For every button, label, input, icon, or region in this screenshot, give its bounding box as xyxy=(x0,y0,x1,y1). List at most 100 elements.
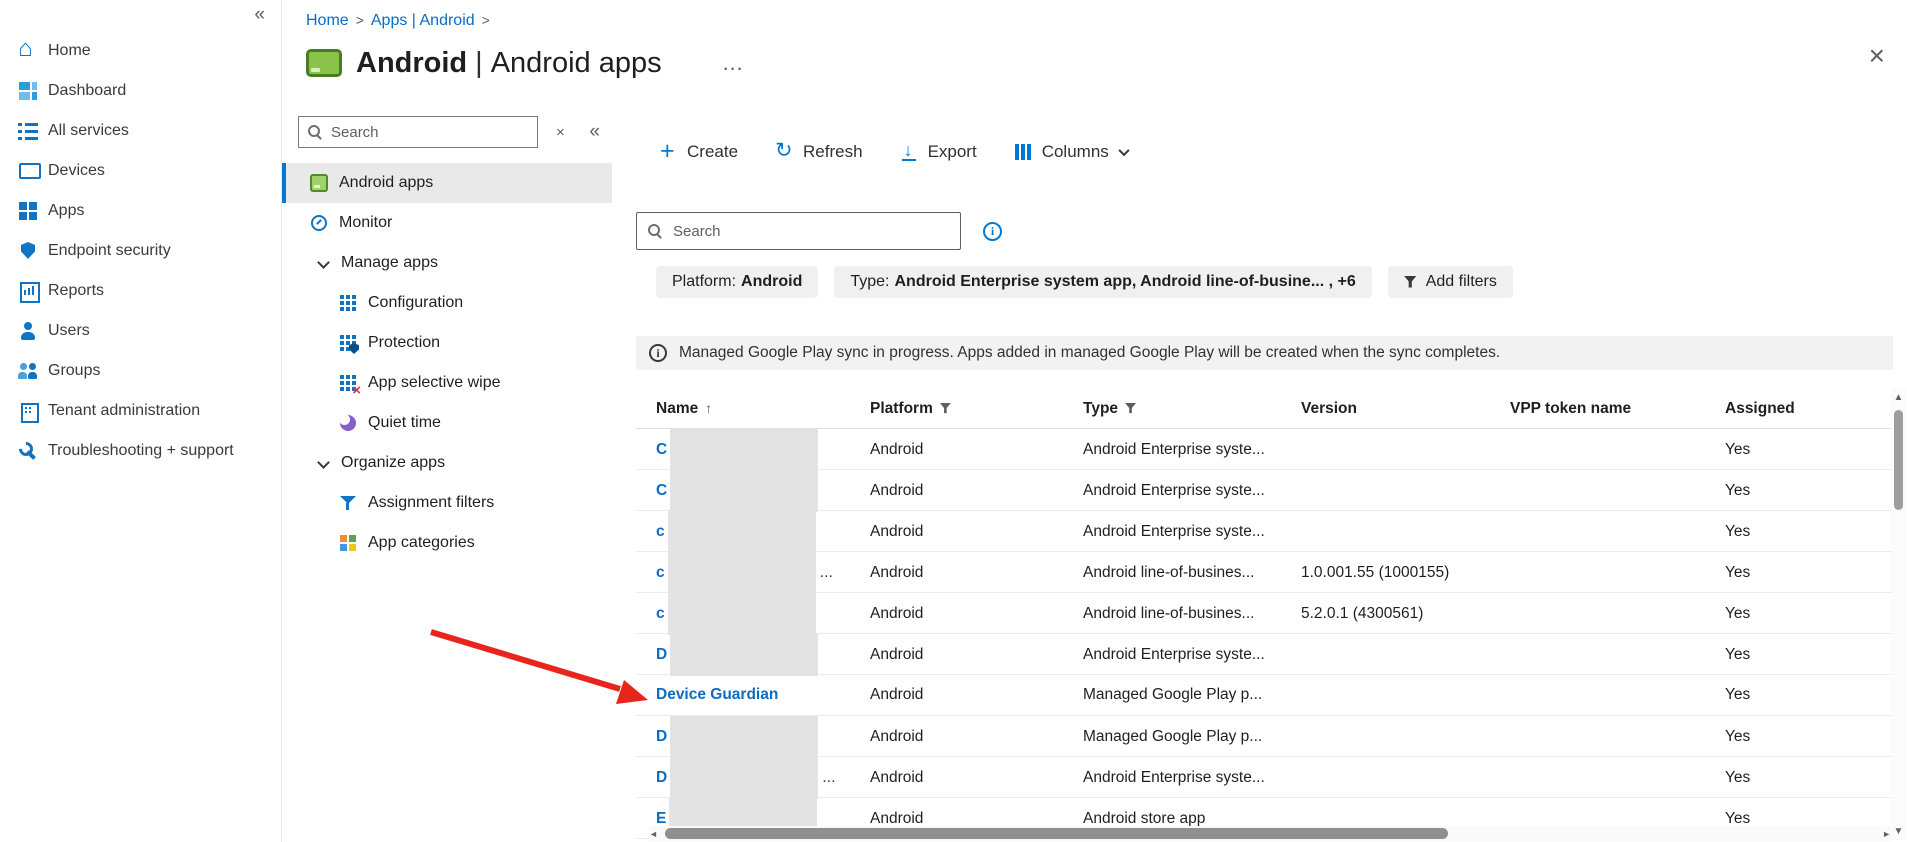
app-name-link[interactable]: Device Guardian xyxy=(656,686,778,704)
blade-nav-item[interactable]: Quiet time xyxy=(282,403,612,443)
app-name-cell: Device Guardian xyxy=(636,675,870,715)
sidebar-item[interactable]: Tenant administration xyxy=(0,391,281,431)
redaction-block xyxy=(670,716,818,758)
column-header[interactable]: Assigned xyxy=(1725,400,1893,418)
horizontal-scrollbar-thumb[interactable] xyxy=(665,828,1448,839)
scroll-right-icon[interactable] xyxy=(1882,825,1891,842)
content-area: Home>Apps | Android> Android|Android app… xyxy=(282,0,1907,842)
sidebar-item[interactable]: Endpoint security xyxy=(0,231,281,271)
app-search-box[interactable] xyxy=(636,212,961,250)
app-name-suffix: ... xyxy=(820,564,833,582)
clear-search-icon[interactable]: × xyxy=(556,124,565,141)
breadcrumb-link-home[interactable]: Home xyxy=(306,12,349,29)
app-name-link[interactable]: D xyxy=(656,728,667,746)
blade-nav-item[interactable]: Monitor xyxy=(282,203,612,243)
columns-icon xyxy=(1013,142,1033,162)
blade-nav-item-label: Organize apps xyxy=(341,454,445,472)
blade-search-row: × « xyxy=(282,116,612,148)
search-row xyxy=(636,212,1893,250)
type-cell: Android Enterprise syste... xyxy=(1083,441,1301,459)
sidebar-item[interactable]: All services xyxy=(0,111,281,151)
column-header-label: VPP token name xyxy=(1510,400,1631,418)
close-icon[interactable]: × xyxy=(1869,42,1885,70)
breadcrumb-link-apps-android[interactable]: Apps | Android xyxy=(371,12,475,29)
column-header[interactable]: VPP token name xyxy=(1510,400,1725,418)
redaction-block xyxy=(668,552,816,594)
app-name-link[interactable]: C xyxy=(656,482,667,500)
info-icon xyxy=(649,344,667,362)
apps-icon xyxy=(18,201,38,221)
filter-funnel-icon xyxy=(1125,403,1136,414)
redaction-block xyxy=(670,470,818,512)
blade-search-box[interactable] xyxy=(298,116,538,148)
toolbar-button[interactable]: Columns xyxy=(1013,142,1128,162)
filter-pill[interactable]: Type: Android Enterprise system app, And… xyxy=(834,266,1371,298)
assigned-cell: Yes xyxy=(1725,441,1893,459)
filter-pill-prefix: Type: xyxy=(850,273,889,291)
blade-nav-item[interactable]: Configuration xyxy=(282,283,612,323)
home-icon xyxy=(18,41,38,61)
blade-collapse-icon[interactable]: « xyxy=(589,121,600,143)
blade-nav-item[interactable]: Manage apps xyxy=(282,243,612,283)
sidebar-item[interactable]: Troubleshooting + support xyxy=(0,431,281,471)
main-panel: Create Refresh Export xyxy=(612,116,1893,839)
app-name-link[interactable]: D xyxy=(656,769,667,787)
sidebar-item-label: Endpoint security xyxy=(48,242,171,260)
app-name-link[interactable]: C xyxy=(656,441,667,459)
toolbar-button[interactable]: Export xyxy=(899,142,977,162)
scroll-up-icon[interactable] xyxy=(1894,390,1904,404)
toolbar-button-label: Export xyxy=(928,142,977,162)
app-name-link[interactable]: c xyxy=(656,605,665,623)
blade-nav-item[interactable]: Assignment filters xyxy=(282,483,612,523)
android-apps-icon xyxy=(310,174,328,192)
table-row: D Android Managed Google Play p... Yes xyxy=(636,716,1893,757)
app-name-link[interactable]: c xyxy=(656,523,665,541)
column-header[interactable]: Type xyxy=(1083,400,1301,418)
all-services-icon xyxy=(18,121,38,141)
search-icon xyxy=(307,124,323,140)
column-header[interactable]: Name xyxy=(636,400,870,418)
info-icon[interactable] xyxy=(983,222,1002,241)
scroll-down-icon[interactable] xyxy=(1894,824,1904,838)
toolbar-button[interactable]: Create xyxy=(658,142,738,162)
sidebar-item[interactable]: Apps xyxy=(0,191,281,231)
app-name-link[interactable]: c xyxy=(656,564,665,582)
app-name-link[interactable]: D xyxy=(656,646,667,664)
filter-pill[interactable]: Platform: Android xyxy=(656,266,818,298)
blade-nav-item[interactable]: App categories xyxy=(282,523,612,563)
refresh-icon xyxy=(774,142,794,162)
blade-nav-item[interactable]: App selective wipe xyxy=(282,363,612,403)
endpoint-security-icon xyxy=(18,241,38,261)
sidebar-item-label: Reports xyxy=(48,282,104,300)
app-categories-icon xyxy=(339,534,357,552)
blade-nav-item[interactable]: Protection xyxy=(282,323,612,363)
sidebar-item[interactable]: Reports xyxy=(0,271,281,311)
toolbar-button-label: Columns xyxy=(1042,142,1109,162)
left-sidebar: « Home Dashboard All services xyxy=(0,0,282,842)
column-header[interactable]: Version xyxy=(1301,400,1510,418)
sidebar-collapse-icon[interactable]: « xyxy=(254,4,265,26)
scroll-left-icon[interactable] xyxy=(649,825,658,842)
column-header[interactable]: Platform xyxy=(870,400,1083,418)
context-menu-icon[interactable]: … xyxy=(722,58,746,68)
type-cell: Android line-of-busines... xyxy=(1083,605,1301,623)
toolbar-button[interactable]: Refresh xyxy=(774,142,863,162)
reports-icon xyxy=(18,281,38,301)
sidebar-item[interactable]: Devices xyxy=(0,151,281,191)
sidebar-item[interactable]: Home xyxy=(0,31,281,71)
blade-nav-item[interactable]: Organize apps xyxy=(282,443,612,483)
page-title-primary: Android xyxy=(356,47,467,79)
app-name-cell: c xyxy=(636,593,870,635)
platform-cell: Android xyxy=(870,441,1083,459)
app-search-input[interactable] xyxy=(673,223,950,240)
add-filters-button[interactable]: Add filters xyxy=(1388,266,1513,298)
add-filters-label: Add filters xyxy=(1426,273,1497,291)
blade-nav-item-label: Manage apps xyxy=(341,254,438,272)
vertical-scrollbar-thumb[interactable] xyxy=(1894,410,1903,510)
sidebar-item[interactable]: Dashboard xyxy=(0,71,281,111)
sidebar-item[interactable]: Users xyxy=(0,311,281,351)
sidebar-item[interactable]: Groups xyxy=(0,351,281,391)
blade-nav-item[interactable]: Android apps xyxy=(282,163,612,203)
blade-search-input[interactable] xyxy=(331,124,529,141)
export-icon xyxy=(899,142,919,162)
